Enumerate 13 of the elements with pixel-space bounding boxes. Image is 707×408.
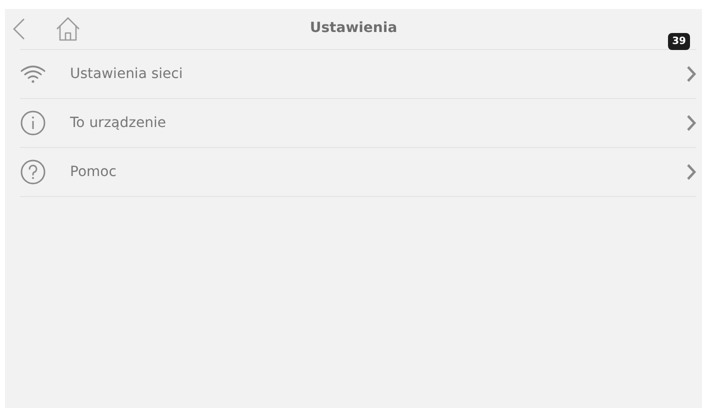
chevron-icon xyxy=(687,115,696,131)
count-badge: 39 xyxy=(668,33,690,50)
back-button[interactable] xyxy=(13,18,25,40)
help-icon xyxy=(20,159,46,185)
settings-item[interactable]: Pomoc xyxy=(20,147,696,196)
chevron-icon xyxy=(687,164,696,180)
wifi-icon xyxy=(20,64,46,84)
page-title: Ustawienia xyxy=(310,20,398,36)
info-icon xyxy=(20,110,46,136)
settings-item[interactable]: To urządzenie xyxy=(20,98,696,147)
chevron-icon xyxy=(687,66,696,82)
settings-item[interactable]: Ustawienia sieci xyxy=(20,49,696,98)
home-button[interactable] xyxy=(55,16,81,42)
